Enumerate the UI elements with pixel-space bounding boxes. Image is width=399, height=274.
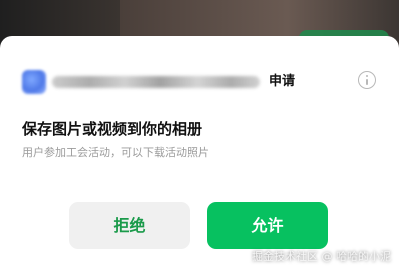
info-icon[interactable]: [358, 71, 376, 89]
app-avatar: [22, 70, 46, 94]
watermark-text: 掘金技术社区 @ 哈哈的小泥: [252, 250, 391, 263]
permission-bottom-sheet: 申请 保存图片或视频到你的相册 用户参加工会活动，可以下载活动照片 拒绝 允许 …: [0, 36, 399, 274]
request-label: 申请: [269, 74, 296, 89]
permission-title: 保存图片或视频到你的相册: [22, 120, 203, 138]
app-name-redacted: [52, 76, 260, 88]
deny-button[interactable]: 拒绝: [69, 202, 190, 249]
allow-button[interactable]: 允许: [207, 202, 328, 249]
app-identity-row: 申请: [22, 68, 378, 96]
permission-description: 用户参加工会活动，可以下载活动照片: [22, 146, 209, 159]
